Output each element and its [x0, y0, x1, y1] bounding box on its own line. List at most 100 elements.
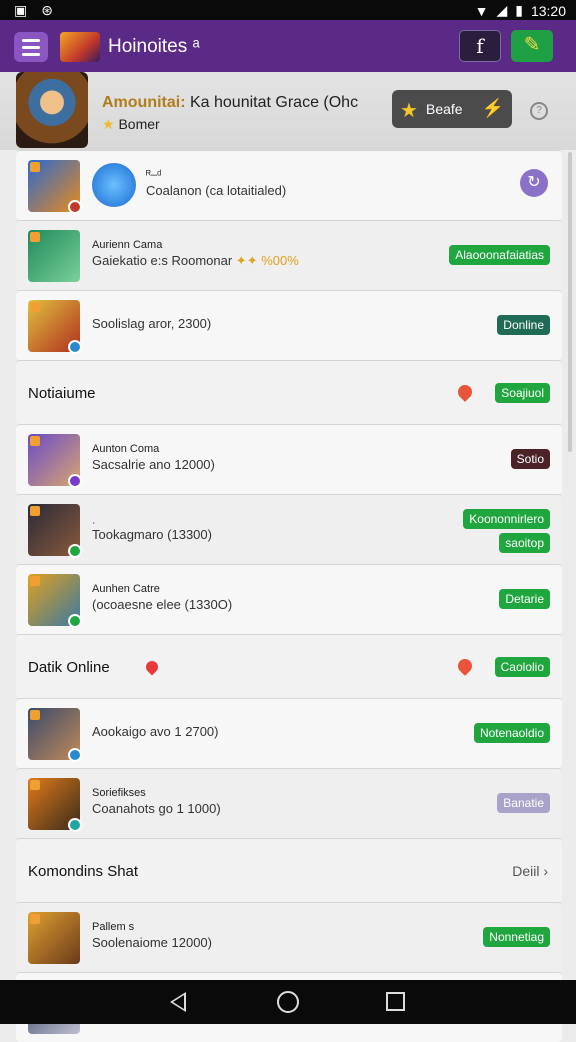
app-title: Hoinoites ᵃ	[108, 36, 200, 57]
rank-badge[interactable]: ★ Beafe ⚡	[392, 90, 512, 128]
status-dot-icon	[68, 614, 82, 628]
item-subtitle: (ocoaesne elee (1330O)	[92, 597, 232, 612]
tag-icon	[30, 506, 40, 516]
item-subtitle-text: Coanahots go 1 1000)	[92, 801, 221, 816]
tag-icon	[30, 302, 40, 312]
list-item[interactable]: Soriefikses Coanahots go 1 1000) Banatie	[16, 768, 562, 838]
lobby-list: ᴿ–ᵈ Coalanon (ca lotaitialed) ↻ Aurienn Cam…	[16, 150, 562, 1042]
item-highlight: ✦✦ %00%	[232, 253, 299, 268]
item-subtitle: Sacsalrie ano 12000)	[92, 457, 215, 472]
status-dot-icon	[68, 818, 82, 832]
item-title: Aunton Coma	[92, 443, 160, 455]
tag-icon	[30, 780, 40, 790]
reward-button[interactable]: ✎	[511, 30, 553, 62]
game-icon	[92, 163, 136, 207]
home-icon[interactable]	[277, 991, 299, 1013]
item-subtitle: Soolenaiome 12000)	[92, 935, 212, 950]
list-item[interactable]: Aunton Coma Sacsalrie ano 12000) Sotio	[16, 424, 562, 494]
game-thumbnail	[28, 434, 82, 488]
app-logo	[60, 32, 100, 62]
sync-icon: ⊛	[41, 2, 53, 18]
section-header: Datik Online Caololio	[16, 634, 562, 698]
item-action-button[interactable]: Banatie	[497, 793, 550, 813]
item-title: Pallem s	[92, 921, 135, 933]
game-thumbnail	[28, 504, 82, 558]
item-title: Aunhen Catre	[92, 583, 160, 595]
item-subtitle: Soolislag aror, 2300)	[92, 316, 212, 331]
item-title: Soriefikses	[92, 787, 146, 799]
notification-icon: ▣	[14, 2, 28, 18]
section-button[interactable]: Caololio	[494, 657, 550, 677]
list-item[interactable]: Aurienn Cama Gaiekatio e:s Roomonar ✦✦ %0…	[16, 220, 562, 290]
item-subtitle: Gaiekatio e:s Roomonar ✦✦ %00%	[92, 253, 299, 269]
item-action-button[interactable]: Nonnetiag	[483, 927, 550, 947]
heart-icon	[455, 382, 475, 402]
shoe-icon: ⚡	[481, 98, 504, 118]
item-subtitle: Coanahots go 1 1000)	[92, 801, 221, 816]
item-title: ˌ	[92, 513, 96, 525]
item-secondary-button[interactable]: saoitop	[499, 533, 550, 553]
star-icon: ★	[102, 116, 115, 132]
list-item[interactable]: Soolislag aror, 2300) Donline	[16, 290, 562, 360]
list-item[interactable]: Aookaigo avo 1 2700) Notenaoldio	[16, 698, 562, 768]
navigation-bar	[0, 980, 576, 1024]
signal-icon: ◢	[496, 2, 508, 18]
item-subtitle-text: Coalanon (ca lotaitialed)	[146, 183, 287, 198]
profile-header: Amounitai: Ka hounitat Grace (Ohc ★ Bome…	[0, 72, 576, 150]
item-action-button[interactable]: Sotio	[510, 449, 550, 469]
app-bar: Hoinoites ᵃ f ✎	[0, 20, 576, 72]
item-subtitle-text: Tookagmaro (13300)	[92, 527, 212, 542]
avatar[interactable]	[16, 72, 88, 148]
status-dot-icon	[68, 544, 82, 558]
tag-icon	[30, 162, 40, 172]
game-thumbnail	[28, 230, 80, 282]
section-title: Notiaiume	[28, 385, 96, 402]
item-subtitle: Aookaigo avo 1 2700)	[92, 724, 219, 739]
item-action-button[interactable]: Alaooonafaiatias	[449, 245, 550, 265]
item-action-button[interactable]: Detarie	[499, 589, 550, 609]
profile-name: Amounitai: Ka hounitat Grace (Ohc	[102, 94, 359, 111]
heart-icon	[455, 656, 475, 676]
game-thumbnail	[28, 708, 82, 762]
tag-icon	[30, 436, 40, 446]
list-item[interactable]: Aunhen Catre (ocoaesne elee (1330O) Detari…	[16, 564, 562, 634]
star-icon: ★	[400, 100, 418, 122]
game-thumbnail	[28, 912, 80, 964]
item-action-button[interactable]: Notenaoldio	[473, 723, 550, 743]
section-header: Komondins Shat Deiil ›	[16, 838, 562, 902]
help-icon[interactable]: ?	[530, 102, 548, 120]
item-subtitle-text: (ocoaesne elee (1330O)	[92, 597, 233, 612]
facebook-button[interactable]: f	[459, 30, 501, 62]
section-header: Notiaiume Soajiuol	[16, 360, 562, 424]
item-subtitle: Tookagmaro (13300)	[92, 527, 212, 542]
section-title: Komondins Shat	[28, 863, 139, 880]
back-icon[interactable]	[170, 992, 186, 1012]
item-title: Aurienn Cama	[92, 239, 163, 251]
list-item[interactable]: Pallem s Soolenaiome 12000) Nonnetiag	[16, 902, 562, 972]
tag-icon	[30, 914, 40, 924]
game-thumbnail	[28, 574, 82, 628]
status-dot-icon	[68, 200, 82, 214]
scrollbar[interactable]	[568, 152, 572, 452]
item-subtitle: Coalanon (ca lotaitialed)	[146, 183, 286, 198]
reward-icon: ✎	[523, 34, 541, 56]
list-item[interactable]: ᴿ–ᵈ Coalanon (ca lotaitialed) ↻	[16, 150, 562, 220]
item-title: ᴿ–ᵈ	[146, 169, 162, 181]
item-subtitle-text: Gaiekatio e:s Roomonar	[92, 253, 233, 268]
section-title: Datik Online	[28, 659, 110, 676]
menu-button[interactable]	[14, 32, 48, 62]
location-pin-icon	[143, 658, 161, 676]
section-button[interactable]: Soajiuol	[495, 383, 550, 403]
item-subtitle-text: Soolenaiome 12000)	[92, 935, 212, 950]
see-all-link[interactable]: Deiil ›	[512, 863, 548, 879]
game-thumbnail	[28, 778, 82, 832]
recent-apps-icon[interactable]	[386, 992, 405, 1011]
tag-icon	[30, 232, 40, 242]
refresh-icon[interactable]: ↻	[520, 169, 548, 197]
tag-icon	[30, 710, 40, 720]
item-action-button[interactable]: Donline	[497, 315, 550, 335]
clock: 13:20	[530, 2, 566, 19]
list-item[interactable]: ˌ Tookagmaro (13300) Koononnirlero saoitop	[16, 494, 562, 564]
status-bar: ▣ ⊛ ▼ ◢ ▮ 13:20	[0, 0, 576, 20]
item-action-button[interactable]: Koononnirlero	[463, 509, 550, 529]
